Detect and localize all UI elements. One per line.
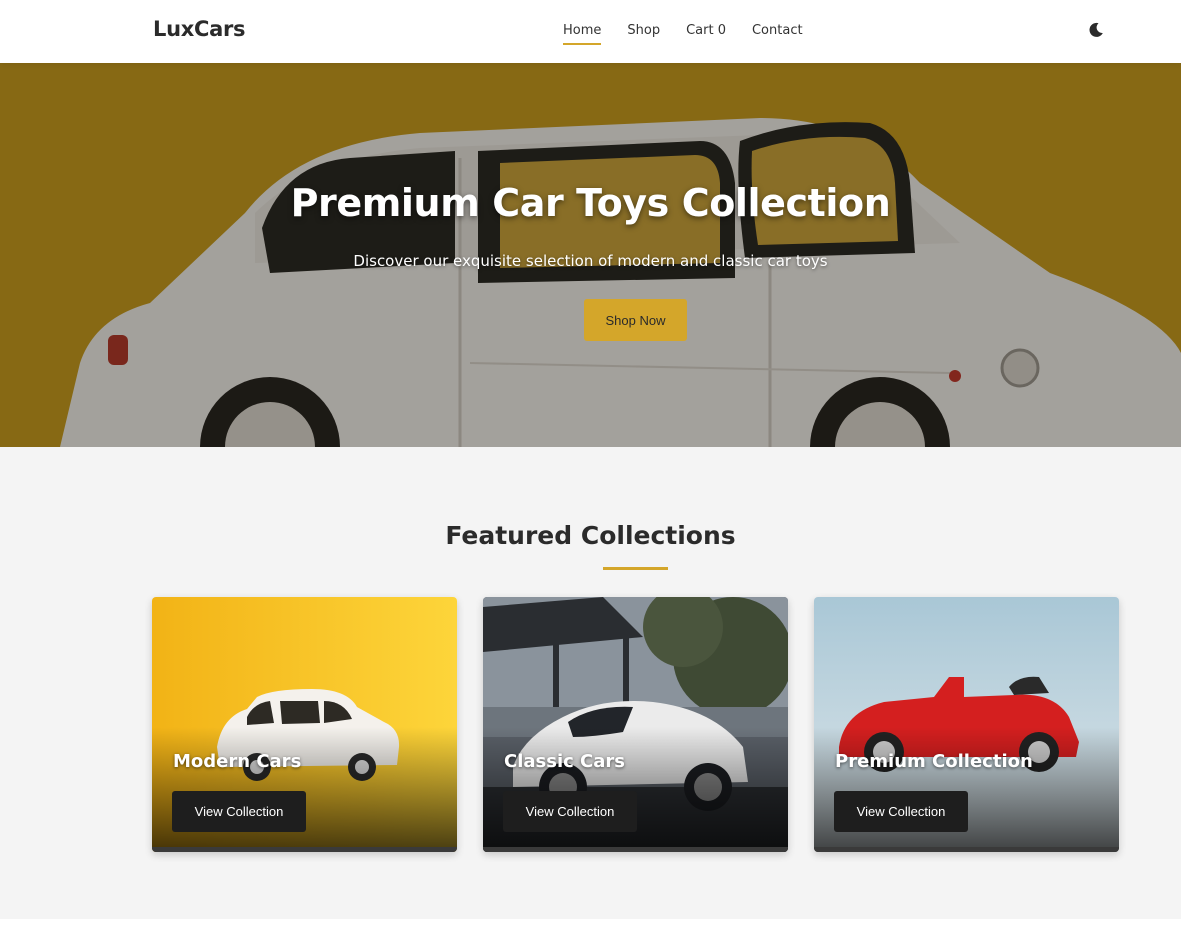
- moon-icon[interactable]: [1087, 21, 1105, 39]
- card-title: Premium Collection: [835, 751, 1033, 772]
- view-collection-button[interactable]: View Collection: [172, 791, 306, 832]
- hero-banner: Premium Car Toys Collection Discover our…: [0, 63, 1181, 447]
- shop-now-button[interactable]: Shop Now: [584, 299, 687, 341]
- view-collection-button[interactable]: View Collection: [834, 791, 968, 832]
- nav-link-cart[interactable]: Cart 0: [686, 23, 726, 42]
- page-footer-edge: [0, 919, 1181, 943]
- nav-link-shop[interactable]: Shop: [627, 23, 660, 42]
- nav-link-contact[interactable]: Contact: [752, 23, 803, 42]
- logo[interactable]: LuxCars: [153, 17, 246, 41]
- card-title: Modern Cars: [173, 751, 302, 772]
- collection-card-modern-cars[interactable]: Modern Cars View Collection: [152, 597, 457, 852]
- navbar: LuxCars Home Shop Cart 0 Contact: [0, 0, 1181, 63]
- section-title: Featured Collections: [445, 521, 736, 550]
- title-underline: [603, 567, 668, 570]
- view-collection-button[interactable]: View Collection: [503, 791, 637, 832]
- collection-card-premium-collection[interactable]: Premium Collection View Collection: [814, 597, 1119, 852]
- nav-link-home[interactable]: Home: [563, 23, 602, 45]
- nav-links: Home Shop Cart 0 Contact: [563, 23, 803, 45]
- hero-subtitle: Discover our exquisite selection of mode…: [353, 252, 828, 270]
- card-title: Classic Cars: [504, 751, 626, 772]
- collection-card-classic-cars[interactable]: Classic Cars View Collection: [483, 597, 788, 852]
- featured-collections-section: Featured Collections Modern Cars View Co…: [0, 447, 1181, 919]
- hero-title: Premium Car Toys Collection: [290, 181, 891, 225]
